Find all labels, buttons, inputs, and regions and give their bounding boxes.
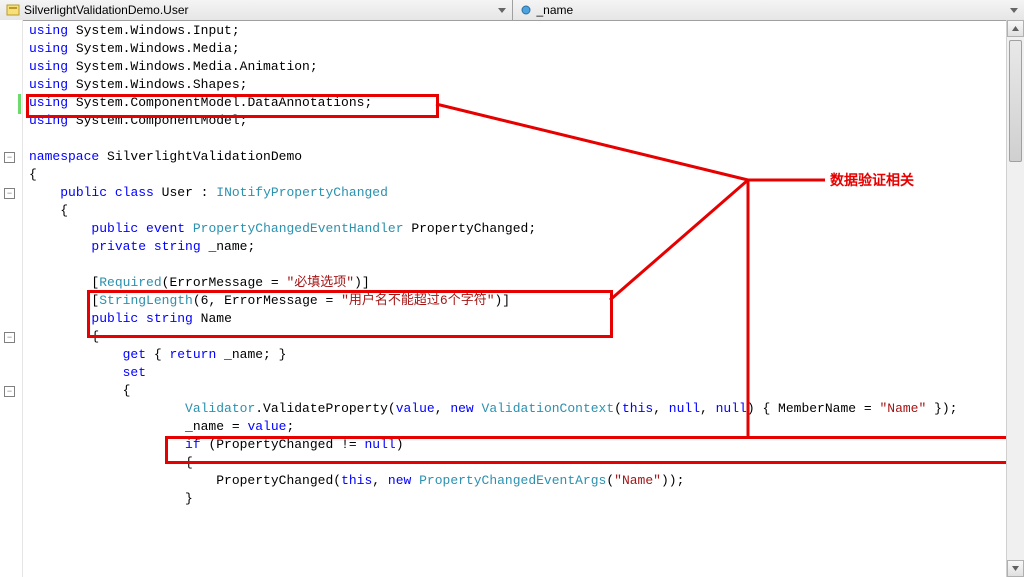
fold-toggle[interactable]: − — [4, 152, 15, 163]
change-indicator — [18, 94, 21, 114]
class-dropdown[interactable]: SilverlightValidationDemo.User — [0, 0, 513, 20]
class-icon — [6, 3, 20, 17]
fold-toggle[interactable]: − — [4, 386, 15, 397]
scroll-thumb[interactable] — [1009, 40, 1022, 162]
navigation-bar: SilverlightValidationDemo.User _name — [0, 0, 1024, 21]
scroll-up-button[interactable] — [1007, 20, 1024, 37]
code-text: using System.Windows.Input; using System… — [23, 20, 1024, 577]
gutter: − − − − — [0, 20, 23, 577]
class-dropdown-text: SilverlightValidationDemo.User — [24, 3, 189, 17]
fold-toggle[interactable]: − — [4, 188, 15, 199]
code-editor[interactable]: − − − − using System.Windows.Input; usin… — [0, 20, 1024, 577]
chevron-down-icon — [1010, 8, 1018, 13]
member-dropdown[interactable]: _name — [513, 0, 1024, 20]
chevron-down-icon — [498, 8, 506, 13]
member-dropdown-text: _name — [537, 3, 574, 17]
fold-toggle[interactable]: − — [4, 332, 15, 343]
scroll-down-button[interactable] — [1007, 560, 1024, 577]
annotation-label: 数据验证相关 — [830, 170, 914, 190]
field-icon — [519, 3, 533, 17]
vertical-scrollbar[interactable] — [1006, 20, 1024, 577]
